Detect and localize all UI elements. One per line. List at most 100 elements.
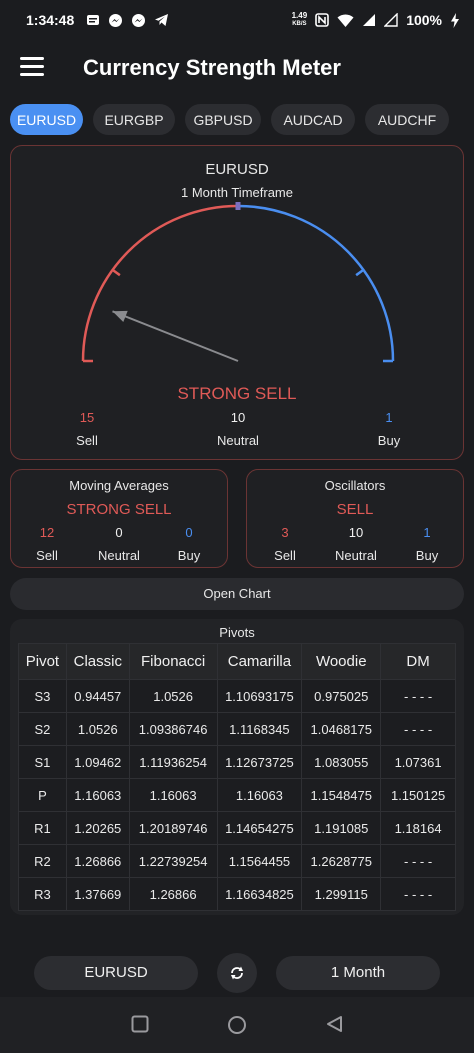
pair-chip-eurgbp[interactable]: EURGBP [93, 104, 175, 135]
gauge-needle [112, 310, 239, 362]
pivot-cell: 1.12673725 [216, 745, 303, 779]
osc-sell-count: 3 [281, 525, 289, 540]
pivot-cell: 1.16063 [216, 778, 303, 812]
status-bar: 1:34:48 1.49 KB/S 100% [0, 0, 474, 40]
pivot-cell: - - - - [380, 679, 456, 713]
osc-sell-label: Sell [274, 548, 296, 563]
ma-buy-count: 0 [185, 525, 193, 540]
pivots-header: Fibonacci [128, 643, 218, 680]
pivots-table: Pivot Classic Fibonacci Camarilla Woodie… [18, 643, 456, 911]
home-icon[interactable] [227, 1015, 247, 1035]
pivot-cell: 1.07361 [380, 745, 456, 779]
pivot-cell: 1.1564455 [216, 844, 303, 878]
pivot-cell: 1.20265 [65, 811, 130, 845]
gauge-sell-arc [81, 204, 239, 362]
refresh-icon [231, 966, 243, 980]
pivots-header-row: Pivot Classic Fibonacci Camarilla Woodie… [18, 643, 456, 680]
timeframe-select-button[interactable]: 1 Month [276, 956, 440, 990]
app-title: Currency Strength Meter [83, 55, 341, 80]
pivot-cell: R2 [18, 844, 67, 878]
pivot-cell: 1.16063 [65, 778, 130, 812]
table-row: P 1.16063 1.16063 1.16063 1.1548475 1.150125 [18, 778, 456, 812]
pivots-header: DM [380, 643, 456, 680]
summary-card: EURUSD 1 Month Timeframe STRONG SELL 15 … [10, 145, 464, 460]
network-speed-unit: KB/S [292, 21, 307, 27]
pivot-cell: S3 [18, 679, 67, 713]
pivot-cell: 1.09462 [65, 745, 130, 779]
summary-neutral-label: Neutral [217, 433, 259, 448]
back-icon[interactable] [325, 1015, 343, 1033]
pivot-cell: 1.16634825 [216, 877, 303, 911]
pivot-cell: 1.0468175 [301, 712, 382, 746]
pivot-cell: 1.20189746 [128, 811, 218, 845]
ma-neutral-label: Neutral [98, 548, 140, 563]
pivot-cell: S1 [18, 745, 67, 779]
messenger-icon-2 [132, 13, 146, 27]
oscillators-signal: SELL [336, 501, 374, 518]
pivot-cell: 0.94457 [65, 679, 130, 713]
oscillators-title: Oscillators [324, 478, 386, 493]
table-row: R3 1.37669 1.26866 1.16634825 1.299115- - - … [18, 877, 456, 911]
osc-buy-count: 1 [423, 525, 431, 540]
summary-signal: STRONG SELL [177, 384, 297, 403]
network-speed: 1.49 KB/S [292, 12, 308, 28]
pivot-cell: P [18, 778, 67, 812]
pivots-header: Classic [65, 643, 130, 680]
pair-chip-gbpusd[interactable]: GBPUSD [185, 104, 261, 135]
signal-icon [363, 14, 376, 26]
pivot-cell: R3 [18, 877, 67, 911]
pair-chip-audchf[interactable]: AUDCHF [365, 104, 449, 135]
wifi-icon [337, 13, 354, 27]
pivot-cell: 1.16063 [128, 778, 218, 812]
pivot-cell: 1.14654275 [216, 811, 303, 845]
pivot-cell: 1.37669 [65, 877, 130, 911]
moving-averages-title: Moving Averages [69, 478, 169, 493]
open-chart-button[interactable]: Open Chart [10, 578, 464, 610]
pair-chip-audcad[interactable]: AUDCAD [271, 104, 355, 135]
pivots-header: Woodie [301, 643, 382, 680]
pivot-cell: 1.09386746 [128, 712, 218, 746]
pair-select-button[interactable]: EURUSD [34, 956, 198, 990]
pivot-cell: 1.22739254 [128, 844, 218, 878]
ma-neutral-count: 0 [115, 525, 123, 540]
table-row: S1 1.09462 1.11936254 1.12673725 1.083055 1.0… [18, 745, 456, 779]
pivots-header: Pivot [18, 643, 67, 680]
pivot-cell: 1.191085 [301, 811, 382, 845]
message-icon [87, 15, 100, 25]
pivot-cell: R1 [18, 811, 67, 845]
pivot-cell: 1.0526 [128, 679, 218, 713]
pivot-cell: 1.2628775 [301, 844, 382, 878]
battery-percent: 100% [406, 12, 442, 28]
menu-icon[interactable] [20, 57, 44, 77]
pivot-cell: S2 [18, 712, 67, 746]
pivot-cell: - - - - [380, 844, 456, 878]
recents-icon[interactable] [131, 1015, 149, 1033]
gauge-buy-arc [237, 204, 395, 362]
pivot-cell: 1.1548475 [301, 778, 382, 812]
gauge-center-marker [235, 202, 241, 210]
ma-sell-label: Sell [36, 548, 58, 563]
pivot-cell: 1.26866 [128, 877, 218, 911]
moving-averages-signal: STRONG SELL [66, 501, 172, 518]
pivot-cell: 1.0526 [65, 712, 130, 746]
messenger-icon [109, 13, 123, 27]
osc-neutral-count: 10 [348, 525, 364, 540]
osc-buy-label: Buy [415, 548, 439, 563]
summary-buy-count: 1 [385, 410, 393, 425]
charging-icon [451, 12, 459, 28]
table-row: S2 1.0526 1.09386746 1.1168345 1.0468175- - … [18, 712, 456, 746]
summary-neutral-count: 10 [230, 410, 246, 425]
nfc-icon [315, 13, 329, 27]
pivot-cell: 1.26866 [65, 844, 130, 878]
summary-sell-count: 15 [79, 410, 95, 425]
pivots-card: Pivots Pivot Classic Fibonacci Camarilla… [10, 619, 464, 915]
oscillators-card: Oscillators SELL 3 10 1 Sell Neutral Buy [246, 469, 464, 568]
pivot-cell: 0.975025 [301, 679, 382, 713]
pivot-cell: 1.150125 [380, 778, 456, 812]
pivot-cell: 1.083055 [301, 745, 382, 779]
pivot-cell: 1.10693175 [216, 679, 303, 713]
pivot-cell: 1.11936254 [128, 745, 218, 779]
pair-chip-eurusd[interactable]: EURUSD [10, 104, 83, 135]
bottom-controls: EURUSD 1 Month [0, 950, 474, 996]
refresh-button[interactable] [217, 953, 257, 993]
